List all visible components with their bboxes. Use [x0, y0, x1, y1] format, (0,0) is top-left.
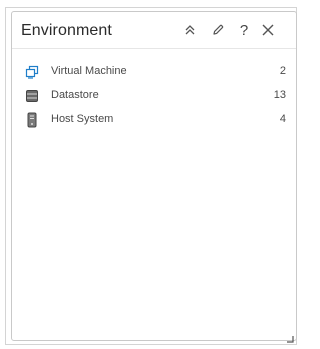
list-item-count: 4: [279, 113, 286, 125]
list-item-host-system[interactable]: Host System 4: [12, 108, 296, 132]
host-system-icon: [25, 112, 39, 128]
edit-button[interactable]: [208, 20, 228, 40]
list-item-count: 13: [273, 89, 286, 101]
environment-widget: Environment ? Virtual Machine 2 Datastor…: [11, 11, 297, 343]
resize-handle[interactable]: [286, 330, 294, 343]
double-chevron-up-icon: [184, 24, 196, 36]
list-item-count: 2: [279, 65, 286, 77]
collapse-button[interactable]: [180, 20, 200, 40]
widget-header: Environment ?: [12, 12, 296, 49]
datastore-icon: [25, 88, 39, 104]
list-item-label: Virtual Machine: [51, 65, 127, 77]
inventory-list: Virtual Machine 2 Datastore 13 Host Syst…: [12, 60, 296, 132]
pencil-icon: [211, 23, 225, 37]
help-icon: ?: [239, 21, 249, 39]
close-button[interactable]: [258, 20, 278, 40]
list-item-datastore[interactable]: Datastore 13: [12, 84, 296, 108]
list-item-label: Datastore: [51, 89, 99, 101]
list-item-virtual-machine[interactable]: Virtual Machine 2: [12, 60, 296, 84]
close-icon: [261, 23, 275, 37]
list-item-label: Host System: [51, 113, 114, 125]
help-button[interactable]: ?: [234, 20, 254, 40]
virtual-machine-icon: [25, 64, 39, 80]
widget-title: Environment: [21, 22, 112, 39]
